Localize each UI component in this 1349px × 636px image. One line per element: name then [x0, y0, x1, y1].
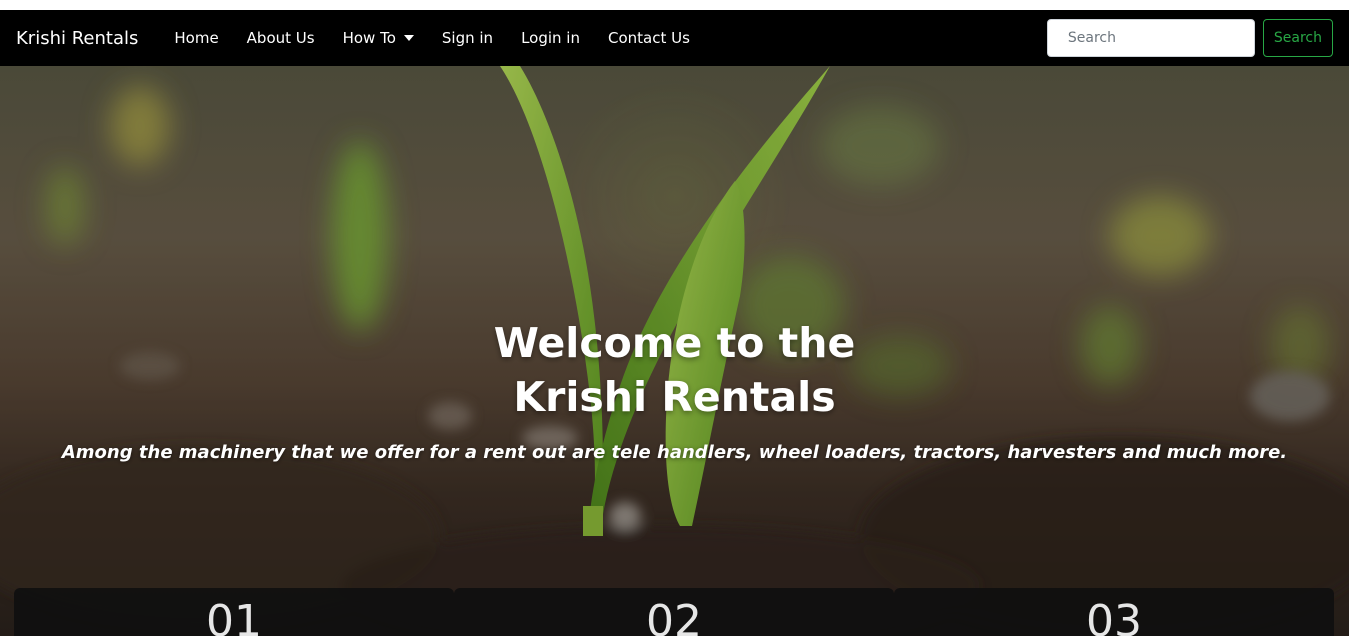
- brand-logo-text[interactable]: Krishi Rentals: [16, 28, 138, 49]
- feature-card-3: 03: [894, 588, 1334, 636]
- search-form: Search: [1046, 19, 1333, 57]
- card-number: 03: [1086, 596, 1142, 636]
- feature-card-1: 01: [14, 588, 454, 636]
- card-number: 02: [646, 596, 702, 636]
- hero-title-line2: Krishi Rentals: [513, 373, 836, 421]
- hero-title-line1: Welcome to the: [493, 319, 856, 367]
- nav-dropdown-how-to[interactable]: How To: [329, 29, 428, 47]
- caret-down-icon: [403, 35, 414, 41]
- search-button[interactable]: Search: [1262, 19, 1333, 57]
- card-number: 01: [206, 596, 262, 636]
- search-input[interactable]: [1046, 19, 1255, 57]
- top-strip: [0, 0, 1349, 10]
- feature-cards: 01 02 03: [14, 588, 1334, 636]
- navbar: Krishi Rentals Home About Us How To Sign…: [0, 10, 1349, 66]
- hero-subtitle: Among the machinery that we offer for a …: [61, 442, 1288, 463]
- nav-dropdown-label: How To: [342, 29, 396, 47]
- nav-link-contact-us[interactable]: Contact Us: [594, 29, 704, 47]
- nav-link-about-us[interactable]: About Us: [233, 29, 329, 47]
- nav-link-login-in[interactable]: Login in: [507, 29, 594, 47]
- nav-link-sign-in[interactable]: Sign in: [428, 29, 507, 47]
- feature-card-2: 02: [454, 588, 894, 636]
- hero-banner: Welcome to the Krishi Rentals Among the …: [0, 66, 1349, 636]
- hero-title: Welcome to the Krishi Rentals: [0, 316, 1349, 424]
- nav-link-home[interactable]: Home: [160, 29, 232, 47]
- nav-links: Home About Us How To Sign in Login in Co…: [160, 29, 704, 47]
